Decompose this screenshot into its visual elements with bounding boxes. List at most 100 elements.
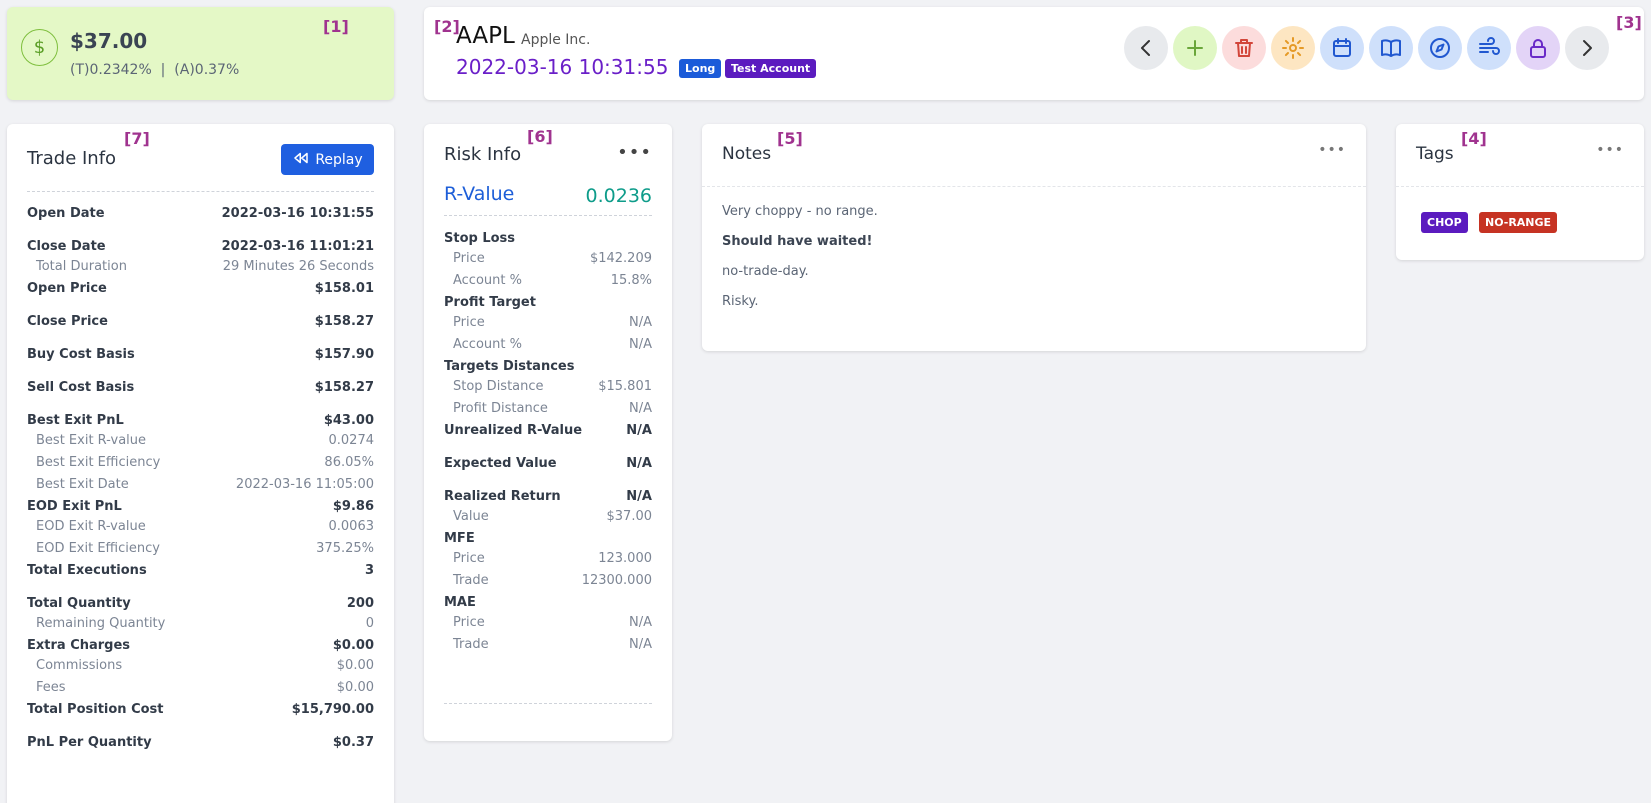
lock-button[interactable]: [1516, 26, 1560, 70]
trade-row: Total Position Cost $15,790.00: [27, 702, 374, 717]
risk-row-label: Account %: [453, 273, 522, 288]
delete-button[interactable]: [1222, 26, 1266, 70]
trade-row-label: Close Date: [27, 239, 106, 254]
trade-row: Total Quantity 200: [27, 596, 374, 611]
explore-button[interactable]: [1418, 26, 1462, 70]
marker-3: [3]: [1616, 13, 1642, 32]
trade-row: Open Price $158.01: [27, 281, 374, 296]
trade-row-value: 3: [364, 563, 374, 578]
trade-row-label: Total Duration: [36, 259, 127, 274]
trade-row-label: EOD Exit Efficiency: [36, 541, 160, 556]
add-button[interactable]: [1173, 26, 1217, 70]
risk-row-label: Targets Distances: [444, 359, 575, 374]
trade-datetime: 2022-03-16 10:31:55: [456, 55, 669, 79]
trade-row-value: $158.27: [314, 314, 374, 329]
settings-button[interactable]: [1271, 26, 1315, 70]
risk-row-label: Price: [453, 551, 485, 566]
risk-row: Account % N/A: [444, 337, 652, 352]
risk-row-label: Trade: [453, 637, 489, 652]
risk-row-value: N/A: [626, 489, 652, 504]
wind-icon: [1479, 37, 1500, 55]
note-line: Risky.: [722, 294, 759, 309]
trade-row: Buy Cost Basis $157.90: [27, 347, 374, 362]
calendar-button[interactable]: [1320, 26, 1364, 70]
replay-label: Replay: [315, 151, 363, 168]
trade-row: Commissions $0.00: [27, 658, 374, 673]
risk-row: Stop Distance $15.801: [444, 379, 652, 394]
trade-row-value: $158.27: [314, 380, 374, 395]
trade-row-value: 0.0274: [328, 433, 375, 448]
trade-row: Open Date 2022-03-16 10:31:55: [27, 206, 374, 221]
trade-row-value: 0: [365, 616, 374, 631]
risk-row: Trade 12300.000: [444, 573, 652, 588]
tag-no-range[interactable]: NO-RANGE: [1479, 212, 1558, 233]
trade-row: Best Exit R-value 0.0274: [27, 433, 374, 448]
risk-more-button[interactable]: •••: [617, 142, 652, 163]
marker-6: [6]: [527, 127, 553, 146]
risk-row-label: Price: [453, 315, 485, 330]
trade-row: PnL Per Quantity $0.37: [27, 735, 374, 750]
trade-row: EOD Exit Efficiency 375.25%: [27, 541, 374, 556]
pnl-summary-card: $ $37.00 (T)0.2342% | (A)0.37% [1]: [7, 7, 394, 100]
notes-more-button[interactable]: •••: [1318, 142, 1346, 158]
flow-button[interactable]: [1467, 26, 1511, 70]
trade-row-value: 2022-03-16 11:01:21: [221, 239, 374, 254]
pnl-percent: (T)0.2342% | (A)0.37%: [70, 62, 240, 78]
gear-icon: [1282, 37, 1304, 59]
risk-row: Profit Distance N/A: [444, 401, 652, 416]
risk-row-label: Stop Distance: [453, 379, 544, 394]
trade-row-label: Best Exit PnL: [27, 413, 124, 428]
dollar-icon: $: [21, 29, 58, 66]
trade-row-label: Fees: [36, 680, 66, 695]
trade-row-label: Total Position Cost: [27, 702, 164, 717]
trade-row-value: 2022-03-16 10:31:55: [221, 206, 374, 221]
risk-info-title: Risk Info: [444, 144, 522, 165]
trade-row-value: $9.86: [332, 499, 374, 514]
risk-row-value: 12300.000: [581, 573, 652, 588]
risk-row-value: 15.8%: [610, 273, 652, 288]
trade-row-label: Open Date: [27, 206, 105, 221]
trade-row: Remaining Quantity 0: [27, 616, 374, 631]
notes-title: Notes: [722, 144, 772, 164]
trade-row: Best Exit Efficiency 86.05%: [27, 455, 374, 470]
account-badge: Test Account: [725, 59, 817, 78]
trade-row-label: Close Price: [27, 314, 108, 329]
trade-row-label: Open Price: [27, 281, 107, 296]
trade-row-label: Remaining Quantity: [36, 616, 166, 631]
rewind-icon: [292, 149, 310, 171]
trade-row-value: 0.0063: [328, 519, 375, 534]
marker-5: [5]: [777, 129, 803, 148]
trade-row: Close Price $158.27: [27, 314, 374, 329]
trade-row-label: Total Executions: [27, 563, 147, 578]
trade-row-value: $157.90: [314, 347, 374, 362]
marker-7: [7]: [124, 129, 150, 148]
trade-row-label: Buy Cost Basis: [27, 347, 135, 362]
tag-chop[interactable]: CHOP: [1421, 212, 1468, 233]
chevron-left-icon: [1141, 40, 1150, 56]
risk-row-label: Realized Return: [444, 489, 561, 504]
replay-button[interactable]: Replay: [281, 144, 374, 175]
journal-button[interactable]: [1369, 26, 1413, 70]
trade-row-label: Best Exit Efficiency: [36, 455, 161, 470]
risk-row: Targets Distances: [444, 359, 652, 374]
trade-row-value: $15,790.00: [291, 702, 374, 717]
note-line: no-trade-day.: [722, 264, 809, 279]
marker-1: [1]: [323, 17, 349, 36]
previous-trade-button[interactable]: [1124, 26, 1168, 70]
plus-icon: [1187, 40, 1203, 56]
risk-row-value: N/A: [629, 637, 652, 652]
risk-row-value: N/A: [626, 456, 652, 471]
next-trade-button[interactable]: [1565, 26, 1609, 70]
risk-row-value: $142.209: [589, 251, 652, 266]
risk-row-label: Expected Value: [444, 456, 557, 471]
trade-row-value: $0.00: [332, 638, 374, 653]
risk-row-label: Profit Target: [444, 295, 536, 310]
trade-info-card: Trade Info [7] Replay Open Date 2022-03-1…: [7, 124, 394, 803]
risk-row: Account % 15.8%: [444, 273, 652, 288]
tags-more-button[interactable]: •••: [1596, 142, 1624, 158]
book-icon: [1381, 39, 1401, 57]
risk-row-label: MAE: [444, 595, 476, 610]
risk-row: Price N/A: [444, 615, 652, 630]
risk-row: Value $37.00: [444, 509, 652, 524]
risk-row-label: Account %: [453, 337, 522, 352]
